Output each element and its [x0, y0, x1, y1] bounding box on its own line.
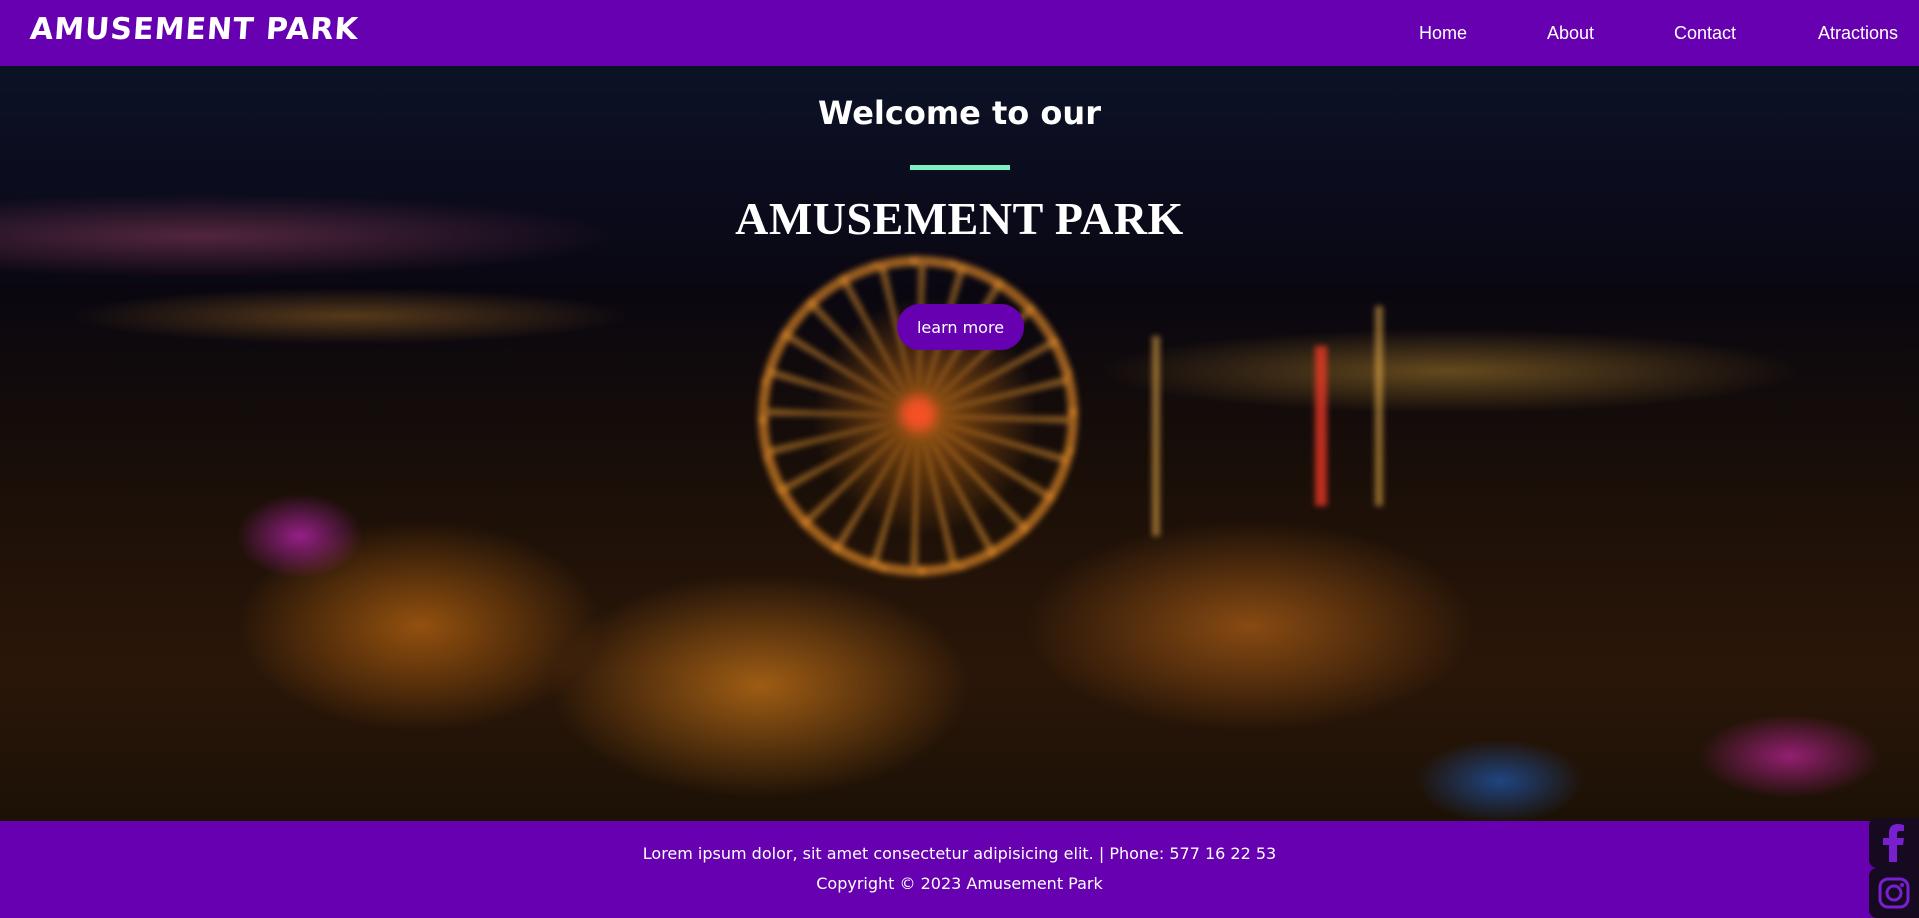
- footer-contact-text: Lorem ipsum dolor, sit amet consectetur …: [642, 844, 1277, 863]
- learn-more-button[interactable]: learn more: [897, 304, 1024, 350]
- site-logo[interactable]: AMUSEMENT PARK: [29, 12, 360, 47]
- footer-copyright: Copyright © 2023 Amusement Park: [816, 874, 1103, 893]
- site-header: AMUSEMENT PARK Home About Contact Atract…: [0, 0, 1919, 66]
- hero-divider: [910, 165, 1010, 170]
- site-footer: Lorem ipsum dolor, sit amet consectetur …: [0, 821, 1919, 918]
- hero-title: AMUSEMENT PARK: [735, 193, 1184, 244]
- hero-background-tower: [1315, 346, 1327, 506]
- hero-background-tower: [1375, 306, 1383, 506]
- nav-attractions-link[interactable]: Atractions: [1818, 23, 1898, 44]
- nav-contact-link[interactable]: Contact: [1674, 23, 1736, 44]
- instagram-icon[interactable]: [1869, 868, 1919, 918]
- hero-background-tower: [1152, 336, 1160, 536]
- hero-section: Welcome to our AMUSEMENT PARK learn more: [0, 66, 1919, 821]
- facebook-icon[interactable]: [1869, 818, 1919, 868]
- nav-home-link[interactable]: Home: [1419, 23, 1467, 44]
- hero-welcome-text: Welcome to our: [818, 94, 1101, 132]
- nav-about-link[interactable]: About: [1547, 23, 1594, 44]
- hero-background-wheel-hub: [900, 396, 936, 432]
